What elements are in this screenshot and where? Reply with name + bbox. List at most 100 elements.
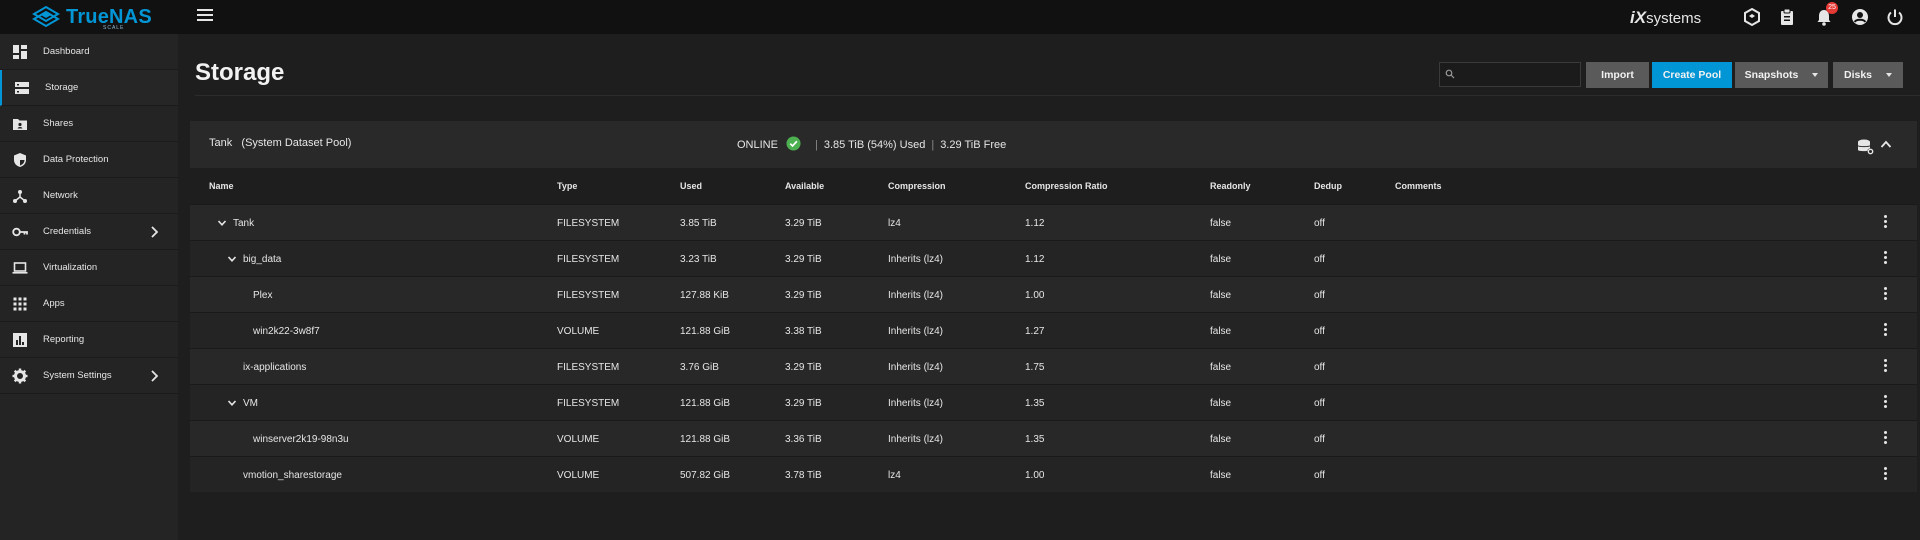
snapshots-dropdown-button[interactable]: Snapshots [1735,62,1828,88]
dataset-available: 3.29 TiB [785,398,822,409]
caret-down-icon [1886,73,1893,77]
dataset-compression-ratio: 1.00 [1025,290,1045,301]
dataset-name: ix-applications [243,362,307,373]
sidebar: Dashboard Storage Shares Data Protection… [0,34,178,540]
sidebar-item-data-protection[interactable]: Data Protection [0,142,178,178]
dataset-used: 3.23 TiB [680,254,717,265]
datasets-table: Name Type Used Available Compression Com… [190,168,1917,492]
table-row[interactable]: winserver2k19-98n3u VOLUME 121.88 GiB 3.… [190,420,1917,456]
more-options-icon[interactable] [1884,395,1888,411]
sidebar-item-network[interactable]: Network [0,178,178,214]
chevron-up-icon[interactable] [1880,139,1892,149]
more-options-icon[interactable] [1884,215,1888,231]
table-row[interactable]: big_data FILESYSTEM 3.23 TiB 3.29 TiB In… [190,240,1917,276]
sidebar-item-dashboard[interactable]: Dashboard [0,34,178,70]
dataset-used: 121.88 GiB [680,434,731,445]
network-icon [13,190,27,203]
import-button[interactable]: Import [1586,62,1649,88]
table-row[interactable]: win2k22-3w8f7 VOLUME 121.88 GiB 3.38 TiB… [190,312,1917,348]
more-options-icon[interactable] [1884,323,1888,339]
dataset-dedup: off [1314,218,1325,229]
truecommand-icon[interactable] [1742,7,1762,27]
column-header[interactable]: Compression Ratio [1025,181,1108,191]
more-options-icon[interactable] [1884,467,1888,483]
column-header[interactable]: Compression [888,181,946,191]
column-header[interactable]: Comments [1395,181,1442,191]
truenas-logo[interactable]: TrueNAS SCALE [32,4,172,31]
more-options-icon[interactable] [1884,359,1888,375]
chevron-down-icon[interactable] [227,398,237,408]
power-icon[interactable] [1885,7,1905,27]
menu-toggle-icon[interactable] [197,9,213,23]
dataset-readonly: false [1210,398,1232,409]
sidebar-item-system-settings[interactable]: System Settings [0,358,178,394]
more-options-icon[interactable] [1884,251,1888,267]
dataset-readonly: false [1210,218,1232,229]
more-options-icon[interactable] [1884,287,1888,303]
dataset-readonly: false [1210,254,1232,265]
column-header[interactable]: Used [680,181,702,191]
sidebar-item-storage[interactable]: Storage [0,70,178,106]
laptop-icon [12,262,28,274]
pool-free: 3.29 TiB Free [940,138,1007,151]
clipboard-icon[interactable] [1777,7,1797,27]
dataset-compression: Inherits (lz4) [888,326,944,337]
sidebar-item-virtualization[interactable]: Virtualization [0,250,178,286]
sidebar-item-reporting[interactable]: Reporting [0,322,178,358]
dataset-compression: Inherits (lz4) [888,290,944,301]
dataset-used: 127.88 KiB [680,290,729,301]
dataset-compression: lz4 [888,218,901,229]
column-header[interactable]: Type [557,181,577,191]
dataset-used: 3.85 TiB [680,218,717,229]
table-row[interactable]: ix-applications FILESYSTEM 3.76 GiB 3.29… [190,348,1917,384]
chevron-right-icon [151,226,158,238]
dataset-compression: Inherits (lz4) [888,254,944,265]
chevron-down-icon[interactable] [227,254,237,264]
table-row[interactable]: vmotion_sharestorage VOLUME 507.82 GiB 3… [190,456,1917,492]
column-header[interactable]: Name [209,181,234,191]
column-header[interactable]: Dedup [1314,181,1342,191]
sidebar-item-label: Storage [45,82,79,93]
dataset-compression: Inherits (lz4) [888,398,944,409]
dataset-readonly: false [1210,470,1232,481]
sidebar-item-credentials[interactable]: Credentials [0,214,178,250]
sidebar-item-shares[interactable]: Shares [0,106,178,142]
table-row[interactable]: VM FILESYSTEM 121.88 GiB 3.29 TiB Inheri… [190,384,1917,420]
sidebar-item-label: Credentials [43,226,92,237]
sidebar-item-label: System Settings [43,370,112,381]
more-options-icon[interactable] [1884,431,1888,447]
dataset-available: 3.38 TiB [785,326,822,337]
dataset-used: 3.76 GiB [680,362,719,373]
dataset-name: big_data [243,254,282,265]
sidebar-item-label: Data Protection [43,154,109,165]
chevron-down-icon[interactable] [217,218,227,228]
table-row[interactable]: Tank FILESYSTEM 3.85 TiB 3.29 TiB lz4 1.… [190,204,1917,240]
main-content: Storage Import Create Pool Snapshots Dis… [178,34,1920,540]
dataset-readonly: false [1210,326,1232,337]
shield-icon [14,153,26,167]
account-icon[interactable] [1850,7,1870,27]
dataset-dedup: off [1314,326,1325,337]
dataset-compression-ratio: 1.35 [1025,398,1045,409]
column-header[interactable]: Available [785,181,824,191]
sidebar-item-label: Network [43,190,78,201]
dataset-used: 507.82 GiB [680,470,731,481]
dataset-type: VOLUME [557,470,600,481]
disks-dropdown-button[interactable]: Disks [1833,62,1903,88]
pool-actions-icon[interactable] [1857,138,1875,156]
dataset-compression-ratio: 1.12 [1025,218,1045,229]
dataset-compression: lz4 [888,470,901,481]
create-pool-button[interactable]: Create Pool [1652,62,1732,88]
ixsystems-brand: iXsystems [1630,8,1701,28]
pool-status-text: ONLINE [737,138,778,151]
sidebar-item-apps[interactable]: Apps [0,286,178,322]
column-header[interactable]: Readonly [1210,181,1251,191]
dataset-available: 3.36 TiB [785,434,822,445]
dataset-readonly: false [1210,434,1232,445]
check-circle-icon [786,136,801,151]
sidebar-item-label: Virtualization [43,262,98,273]
dataset-dedup: off [1314,254,1325,265]
dataset-used: 121.88 GiB [680,326,731,337]
table-row[interactable]: Plex FILESYSTEM 127.88 KiB 3.29 TiB Inhe… [190,276,1917,312]
search-input[interactable] [1439,62,1581,87]
